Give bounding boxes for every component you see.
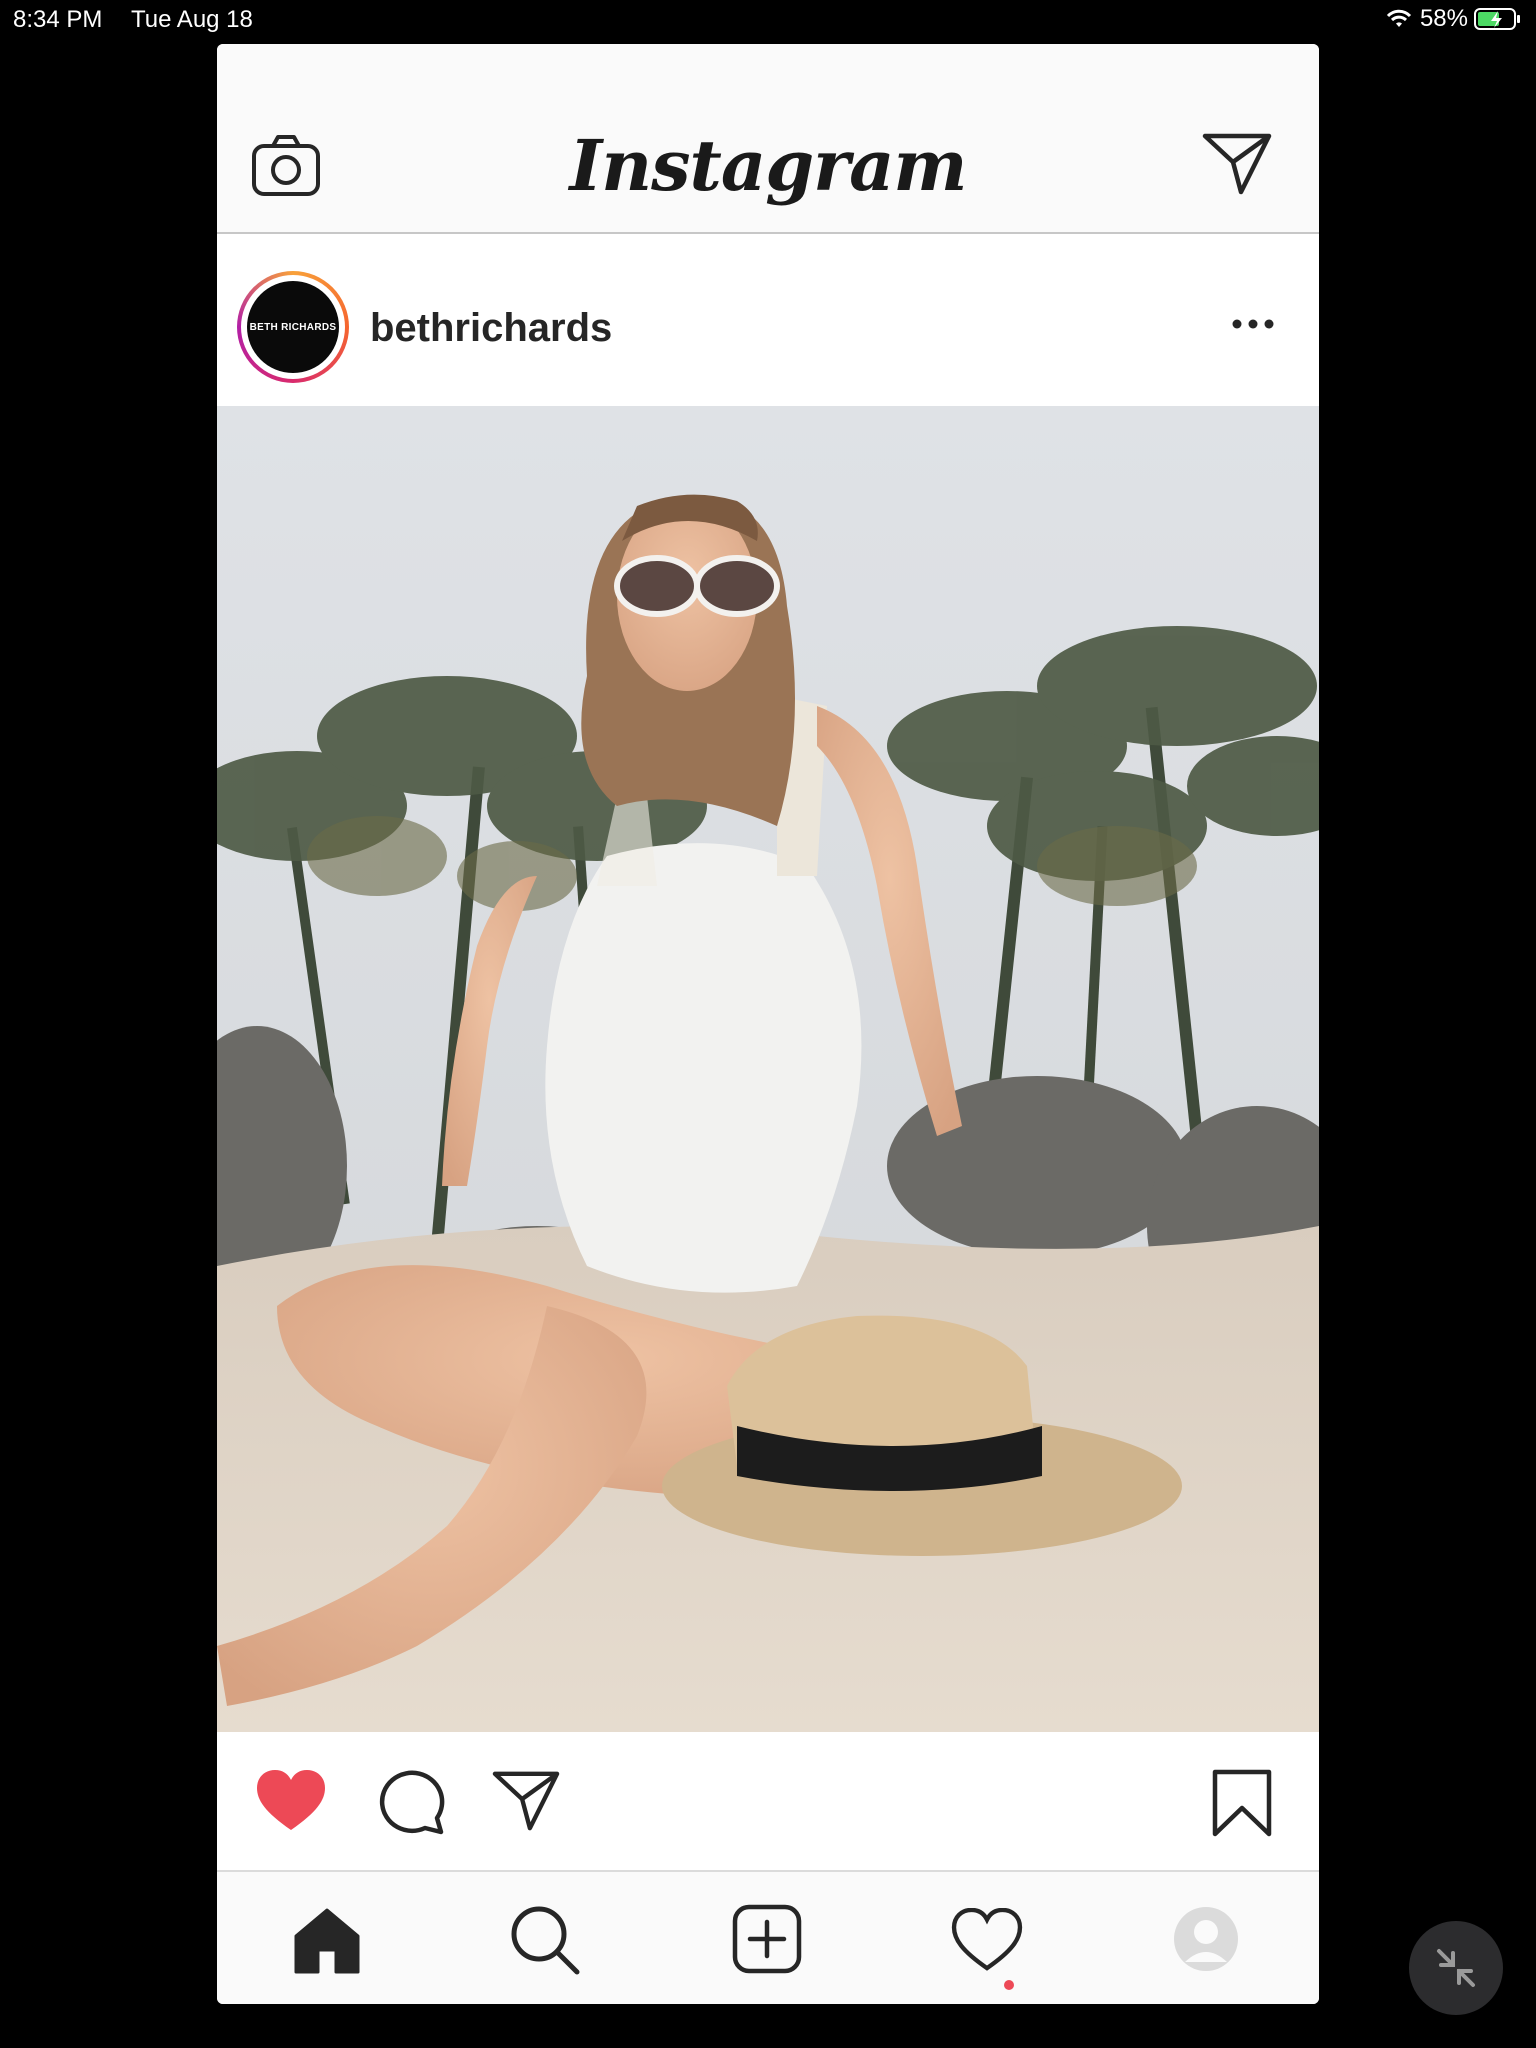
search-icon[interactable]: [509, 1904, 581, 1976]
status-bar: 8:34 PM Tue Aug 18 58%: [0, 0, 1536, 40]
instagram-app-window: Instagram BETH RICHARDS bethrichards: [217, 44, 1319, 2004]
direct-message-icon[interactable]: [1201, 130, 1273, 198]
status-date: Tue Aug 18: [131, 6, 253, 33]
wifi-icon: [1386, 9, 1412, 27]
bookmark-icon[interactable]: [1211, 1768, 1273, 1838]
bottom-tab-bar: [217, 1870, 1319, 2004]
home-filled-icon[interactable]: [292, 1906, 362, 1976]
post-header: BETH RICHARDS bethrichards: [217, 234, 1319, 406]
top-navigation-bar: Instagram: [217, 44, 1319, 234]
status-indicators: 58%: [1384, 5, 1522, 33]
profile-avatar-icon[interactable]: [1173, 1906, 1239, 1972]
avatar: BETH RICHARDS: [247, 281, 339, 373]
add-post-icon[interactable]: [732, 1904, 802, 1974]
comment-icon[interactable]: [375, 1768, 445, 1836]
more-options-icon[interactable]: [1229, 309, 1277, 339]
story-ring[interactable]: BETH RICHARDS: [237, 271, 349, 383]
instagram-logo: Instagram: [569, 124, 968, 207]
share-icon[interactable]: [491, 1768, 561, 1834]
notification-dot: [1004, 1980, 1014, 1990]
status-time: 8:34 PM: [13, 6, 103, 33]
battery-charging-icon: [1474, 8, 1520, 30]
heart-outline-icon[interactable]: [951, 1908, 1023, 1972]
beach-photo-illustration: [217, 406, 1319, 1732]
post-username[interactable]: bethrichards: [370, 306, 612, 351]
battery-percent: 58%: [1419, 5, 1468, 32]
collapse-arrows-icon[interactable]: [1409, 1921, 1503, 2015]
post-photo[interactable]: [217, 406, 1319, 1732]
heart-filled-icon[interactable]: [255, 1768, 327, 1834]
post-actions-bar: [217, 1732, 1319, 1870]
